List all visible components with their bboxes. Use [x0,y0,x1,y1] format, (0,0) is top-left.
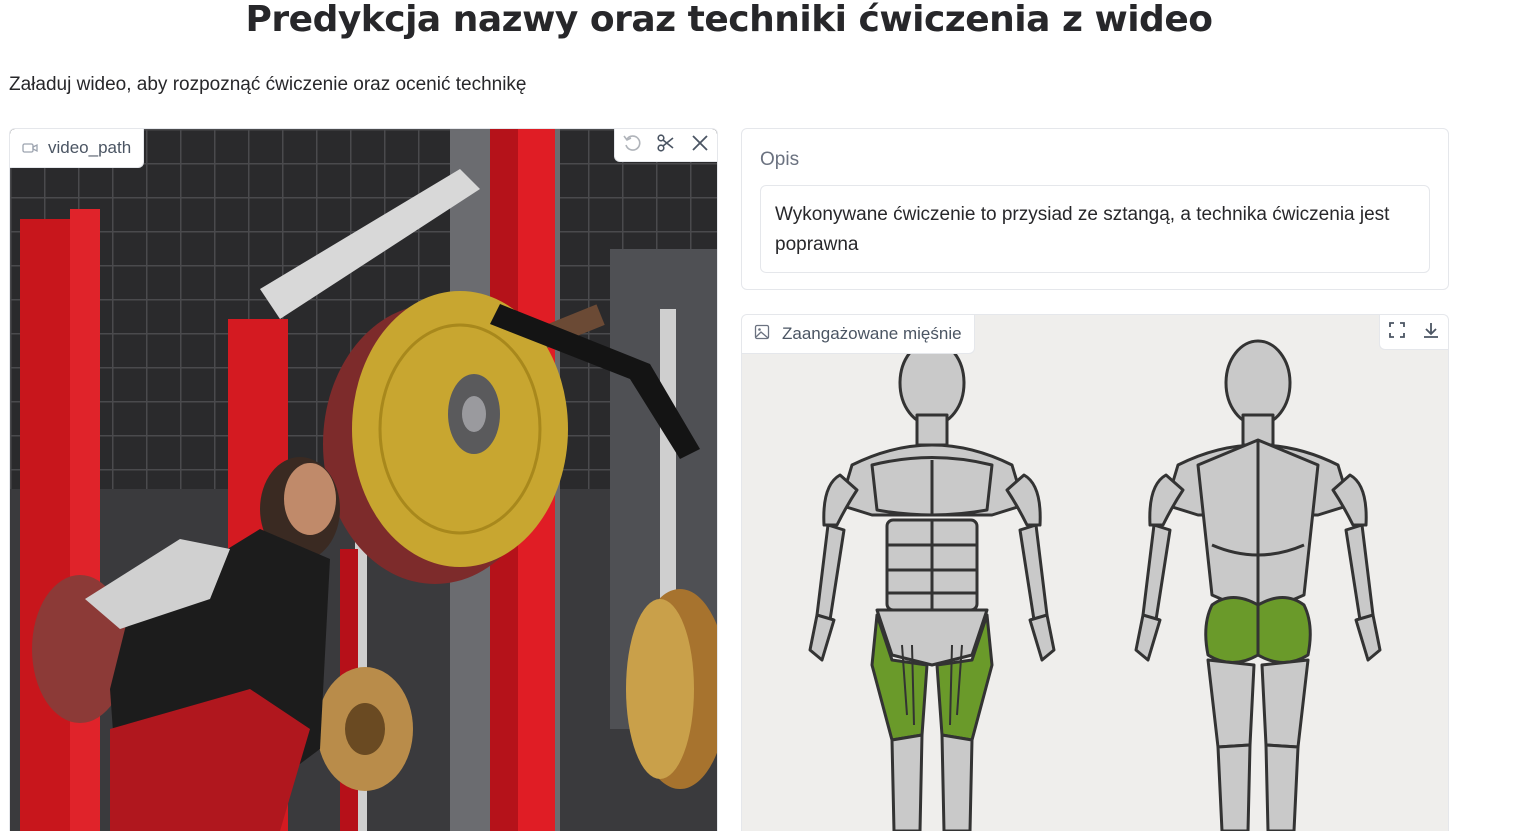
video-camera-icon [22,140,38,156]
clear-button[interactable] [683,129,717,161]
fullscreen-icon [1387,320,1407,345]
description-label: Opis [760,149,800,170]
image-icon [754,324,770,345]
description-textbox[interactable]: Wykonywane ćwiczenie to przysiad ze szta… [760,185,1430,273]
video-label-text: video_path [48,138,132,157]
muscles-image [808,339,1382,831]
scissors-icon [656,133,676,158]
video-frame[interactable] [10,129,717,831]
fullscreen-button[interactable] [1380,315,1414,349]
page-title: Predykcja nazwy oraz techniki ćwiczenia … [245,0,1213,40]
page-description: Załaduj wideo, aby rozpoznąć ćwiczenie o… [9,74,527,95]
trim-button[interactable] [649,129,683,161]
download-icon [1421,320,1441,345]
description-output: Opis Wykonywane ćwiczenie to przysiad ze… [741,128,1449,290]
muscles-label-text: Zaangażowane mięśnie [782,324,962,343]
undo-button[interactable] [615,129,649,161]
undo-icon [622,133,642,158]
muscles-image-panel: Zaangażowane mięśnie [741,314,1449,831]
video-label: video_path [10,129,145,168]
download-button[interactable] [1414,315,1448,349]
close-icon [690,133,710,158]
muscles-label: Zaangażowane mięśnie [742,315,975,354]
image-controls [1379,315,1448,350]
video-player[interactable]: video_path [9,128,718,831]
video-controls [614,129,717,162]
